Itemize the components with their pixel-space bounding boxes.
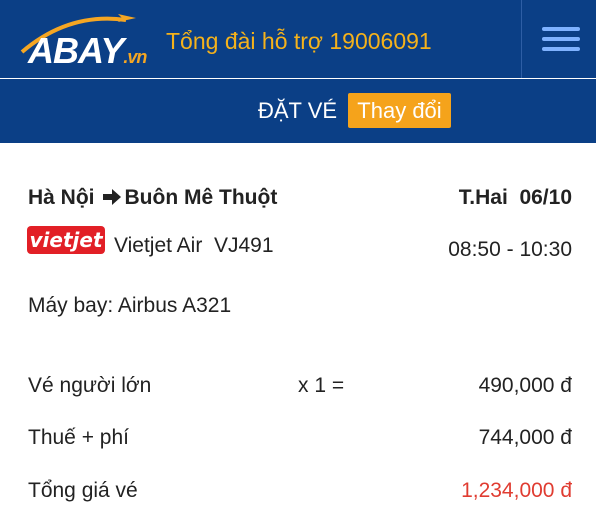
total-fare-label: Tổng giá vé	[28, 479, 138, 502]
aircraft-type: Máy bay: Airbus A321	[28, 294, 232, 317]
abay-logo[interactable]: ABAY.vn	[14, 8, 147, 71]
tax-fee-value: 744,000 đ	[478, 426, 572, 449]
tax-fee-label: Thuế + phí	[28, 426, 129, 449]
adult-fare-label: Vé người lớn	[28, 374, 152, 397]
change-button[interactable]: Thay đổi	[348, 93, 451, 128]
destination-city: Buôn Mê Thuột	[124, 186, 278, 209]
logo-wordmark: ABAY.vn	[28, 30, 147, 71]
vietjet-logo: vietjet	[27, 226, 105, 254]
adult-multiplier: x 1 =	[298, 374, 345, 397]
airline-flight-number: Vietjet Air VJ491	[114, 234, 274, 257]
total-fare-value: 1,234,000 đ	[461, 479, 572, 502]
adult-fare-value: 490,000 đ	[478, 374, 572, 397]
route: Hà Nội Buôn Mê Thuột	[28, 186, 277, 210]
book-ticket-label: ĐẶT VÉ	[258, 98, 338, 123]
flight-date: T.Hai 06/10	[458, 186, 572, 209]
flight-time: 08:50 - 10:30	[448, 238, 572, 261]
origin-city: Hà Nội	[28, 186, 95, 209]
menu-button[interactable]	[521, 0, 596, 78]
top-header: ABAY.vn Tổng đài hỗ trợ 19006091	[0, 0, 596, 78]
arrow-right-icon	[101, 186, 123, 210]
hotline-text: Tổng đài hỗ trợ 19006091	[166, 28, 432, 54]
